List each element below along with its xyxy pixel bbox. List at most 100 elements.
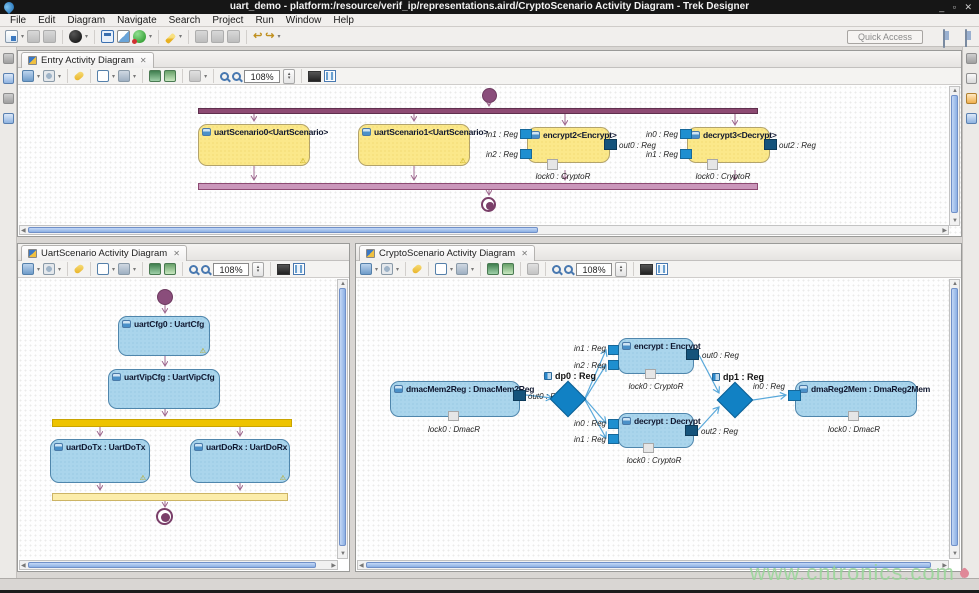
run-dropdown-icon[interactable]: ▾: [149, 33, 152, 40]
properties-view-icon[interactable]: [966, 93, 977, 104]
debug-icon[interactable]: [69, 30, 82, 43]
zoom-out-icon[interactable]: [201, 265, 210, 274]
join-bar[interactable]: [52, 493, 288, 501]
zoom-in-icon[interactable]: [220, 72, 229, 81]
tab-uartscenario-activity-diagram[interactable]: UartScenario Activity Diagram ✕: [21, 245, 187, 261]
new-wizard-icon[interactable]: [5, 30, 18, 43]
port-lock0[interactable]: [643, 443, 654, 453]
snapshot-icon[interactable]: [308, 71, 321, 82]
export-diagram-icon[interactable]: [502, 263, 514, 275]
back-icon[interactable]: ↩: [253, 30, 262, 43]
fork-bar[interactable]: [52, 419, 292, 427]
port-in0[interactable]: [788, 390, 801, 401]
fork-bar[interactable]: [198, 108, 758, 114]
filters-icon[interactable]: [43, 263, 55, 275]
wand-dropdown-icon[interactable]: ▾: [179, 33, 182, 40]
port-in2[interactable]: [608, 360, 619, 370]
select-shape-icon[interactable]: [435, 263, 447, 275]
zoom-level-input[interactable]: 108%: [244, 70, 280, 83]
tab-cryptoscenario-activity-diagram[interactable]: CryptoScenario Activity Diagram ✕: [359, 245, 535, 261]
filters-icon[interactable]: [43, 70, 55, 82]
export-diagram-icon[interactable]: [164, 70, 176, 82]
crypto-canvas[interactable]: dmacMem2Reg : DmacMem2Reg out0 : Reg loc…: [356, 278, 950, 559]
menu-run[interactable]: Run: [249, 14, 279, 27]
export-diagram-icon[interactable]: [164, 263, 176, 275]
entry-vscrollbar[interactable]: ▲ ▼: [949, 86, 960, 226]
port-out0[interactable]: [604, 139, 617, 150]
port-in0[interactable]: [608, 419, 619, 429]
report-icon[interactable]: [117, 30, 130, 43]
port-lock0[interactable]: [848, 411, 859, 421]
search-wand-icon[interactable]: [165, 33, 176, 44]
tab-entry-activity-diagram[interactable]: Entry Activity Diagram ✕: [21, 52, 154, 68]
restore-right-icon[interactable]: [966, 53, 977, 64]
uart-canvas[interactable]: uartCfg0 : UartCfg ⚠ uartVipCfg : UartVi…: [18, 278, 338, 559]
save-all-icon[interactable]: [43, 30, 56, 43]
grid-icon[interactable]: [656, 263, 668, 275]
zoom-out-icon[interactable]: [232, 72, 241, 81]
node-decrypt3[interactable]: decrypt3<Decrypt>: [687, 127, 770, 163]
arrange-icon[interactable]: [118, 70, 130, 82]
final-node[interactable]: [156, 508, 173, 525]
new-dropdown-icon[interactable]: ▾: [21, 33, 24, 40]
node-uartVipCfg[interactable]: uartVipCfg : UartVipCfg: [108, 369, 220, 409]
menu-search[interactable]: Search: [163, 14, 207, 27]
zoom-in-icon[interactable]: [552, 265, 561, 274]
console-icon[interactable]: [101, 30, 114, 43]
arrange-icon[interactable]: [456, 263, 468, 275]
node-uartScenario1[interactable]: uartScenario1<UartScenario> ⚠: [358, 124, 470, 166]
outline-shortcut-icon[interactable]: [3, 113, 14, 124]
export-image-icon[interactable]: [149, 70, 161, 82]
run-icon[interactable]: [133, 30, 146, 43]
node-encrypt[interactable]: encrypt : Encrypt: [618, 338, 694, 374]
quick-access-button[interactable]: Quick Access: [847, 30, 923, 44]
window-controls[interactable]: _ ▫ ✕: [939, 0, 975, 14]
palette-view-icon[interactable]: [966, 113, 977, 124]
export-image-icon[interactable]: [487, 263, 499, 275]
uart-hscrollbar[interactable]: ◀ ▶: [19, 560, 338, 570]
forward-icon[interactable]: ↪: [265, 30, 274, 43]
node-uartScenario0[interactable]: uartScenario0<UartScenario> ⚠: [198, 124, 310, 166]
port-lock0[interactable]: [645, 369, 656, 379]
menu-help[interactable]: Help: [327, 14, 360, 27]
menu-diagram[interactable]: Diagram: [61, 14, 111, 27]
wand-icon[interactable]: [73, 263, 85, 274]
menu-edit[interactable]: Edit: [32, 14, 61, 27]
uart-vscrollbar[interactable]: ▲ ▼: [337, 279, 348, 559]
entry-hscrollbar[interactable]: ◀ ▶: [19, 225, 949, 235]
menu-project[interactable]: Project: [206, 14, 249, 27]
select-shape-icon[interactable]: [97, 70, 109, 82]
zoom-level-input[interactable]: 108%: [576, 263, 612, 276]
viewpoint-icon[interactable]: [360, 263, 372, 275]
crypto-vscrollbar[interactable]: ▲ ▼: [949, 279, 960, 559]
perspective-icon-1[interactable]: [943, 29, 945, 48]
export-image-icon[interactable]: [149, 263, 161, 275]
port-in1[interactable]: [520, 129, 532, 139]
grid-icon[interactable]: [324, 70, 336, 82]
entry-canvas[interactable]: uartScenario0<UartScenario> ⚠ uartScenar…: [18, 85, 961, 236]
debug-dropdown-icon[interactable]: ▾: [85, 33, 88, 40]
viewpoint-icon[interactable]: [22, 70, 34, 82]
restore-views-icon[interactable]: [3, 53, 14, 64]
menu-navigate[interactable]: Navigate: [111, 14, 162, 27]
arrange-icon[interactable]: [118, 263, 130, 275]
node-uartCfg0[interactable]: uartCfg0 : UartCfg ⚠: [118, 316, 210, 356]
port-out0[interactable]: [513, 390, 526, 401]
model-explorer-icon[interactable]: [3, 73, 14, 84]
initial-node[interactable]: [157, 289, 173, 305]
wand-icon[interactable]: [411, 263, 423, 274]
port-in1[interactable]: [608, 434, 619, 444]
port-in1[interactable]: [680, 149, 692, 159]
close-icon[interactable]: ✕: [140, 56, 147, 65]
port-lock0[interactable]: [547, 159, 558, 170]
port-out0[interactable]: [686, 349, 699, 360]
close-icon[interactable]: ✕: [173, 249, 180, 258]
filters-icon[interactable]: [381, 263, 393, 275]
save-icon[interactable]: [27, 30, 40, 43]
menu-file[interactable]: File: [4, 14, 32, 27]
title-bar[interactable]: uart_demo - platform:/resource/verif_ip/…: [0, 0, 979, 14]
port-in2[interactable]: [520, 149, 532, 159]
zoom-spinner[interactable]: ▴▾: [283, 69, 295, 84]
select-shape-icon[interactable]: [97, 263, 109, 275]
zoom-in-icon[interactable]: [189, 265, 198, 274]
